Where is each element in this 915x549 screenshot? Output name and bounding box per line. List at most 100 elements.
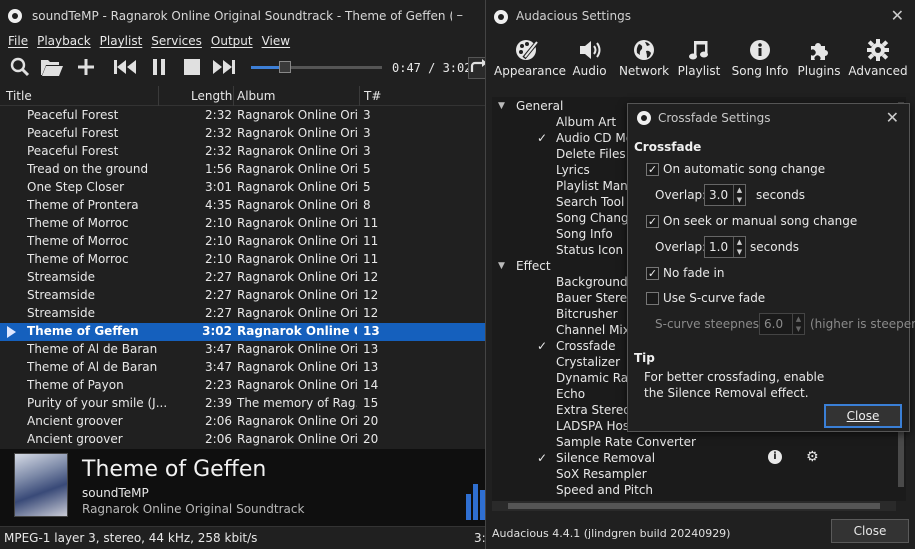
tree-group-label: General [516,99,564,113]
track-length: 2:27 [205,270,232,284]
track-number: 5 [363,180,371,194]
manual-change-checkbox[interactable]: ✓ [646,215,659,228]
column-divider[interactable] [233,86,234,106]
menu-view[interactable]: View [262,34,290,48]
playlist-row[interactable]: Theme of Payon 2:23 Ragnarok Online Ori...… [0,377,487,395]
manual-change-label: On seek or manual song change [663,214,858,228]
menu-output[interactable]: Output [211,34,253,48]
overlap-auto-spinbox[interactable]: 3.0 ▲ ▼ [704,184,746,206]
column-divider[interactable] [158,86,159,106]
menu-services[interactable]: Services [151,34,202,48]
track-length: 2:10 [205,252,232,266]
plugin-enabled-checkbox[interactable]: ✓ [537,131,547,145]
expand-arrow-icon[interactable]: ▼ [498,261,505,271]
visualizer [466,476,487,520]
playlist-row[interactable]: Peaceful Forest 2:32 Ragnarok Online Ori..… [0,125,487,143]
plugin-item[interactable]: ✓ Silence Removal i ⚙ [492,449,896,467]
search-icon[interactable] [8,56,32,78]
menu-playback[interactable]: Playback [37,34,91,48]
tab-label: Appearance [494,64,567,78]
track-title: Ancient groover [27,414,123,428]
minimize-button[interactable]: – [457,8,464,23]
menu-playlist[interactable]: Playlist [100,34,143,48]
spin-arrows-icon[interactable]: ▲ ▼ [733,185,745,205]
previous-icon[interactable] [113,56,137,78]
column-divider[interactable] [359,86,360,106]
spin-arrows-icon[interactable]: ▲ ▼ [792,314,804,334]
playlist-row[interactable]: Theme of Al de Baran 3:47 Ragnarok Online … [0,359,487,377]
overlap-manual-spinbox[interactable]: 1.0 ▲ ▼ [704,236,746,258]
seek-handle[interactable] [278,61,291,73]
settings-close-icon[interactable]: ✕ [891,6,904,25]
tab-plugins[interactable]: Plugins [786,36,852,78]
playlist-row[interactable]: Theme of Morroc 2:10 Ragnarok Online Ori..… [0,215,487,233]
crossfade-close-icon[interactable]: ✕ [886,108,899,127]
pause-icon[interactable] [147,56,171,78]
plugin-info-icon[interactable]: i [768,450,782,464]
playlist-row[interactable]: One Step Closer 3:01 Ragnarok Online Ori..… [0,179,487,197]
seek-slider[interactable] [251,61,382,73]
next-icon[interactable] [212,56,236,78]
playlist-row[interactable]: Theme of Al de Baran 3:47 Ragnarok Online … [0,341,487,359]
playlist-row[interactable]: Theme of Morroc 2:10 Ragnarok Online Ori..… [0,233,487,251]
tip-line-2: the Silence Removal effect. [644,386,809,400]
track-number: 12 [363,270,379,284]
plugin-name: Echo [556,387,586,401]
stop-icon[interactable] [180,56,204,78]
playlist: Peaceful Forest 2:32 Ragnarok Online Ori..… [0,107,487,447]
playlist-row[interactable]: Peaceful Forest 2:32 Ragnarok Online Ori..… [0,143,487,161]
plugin-name: Status Icon [556,243,624,257]
tip-line-1: For better crossfading, enable [644,370,825,384]
auto-change-checkbox[interactable]: ✓ [646,163,659,176]
no-fade-in-checkbox[interactable]: ✓ [646,267,659,280]
plugin-name: Delete Files [556,147,626,161]
plugin-name: Sample Rate Converter [556,435,696,449]
playlist-row[interactable]: Tread on the ground 1:56 Ragnarok Online O… [0,161,487,179]
playlist-row[interactable]: Purity of your smile (J... 2:39 The memory… [0,395,487,413]
playlist-row[interactable]: Ancient groover 2:06 Ragnarok Online Ori..… [0,431,487,447]
column-track-number[interactable]: T# [364,89,381,103]
steepness-spinbox[interactable]: 6.0 ▲ ▼ [759,313,805,335]
open-folder-icon[interactable] [40,56,64,78]
plugin-settings-gear-icon[interactable]: ⚙ [806,449,819,465]
plugin-name: Channel Mixe [556,323,637,337]
playlist-row[interactable]: Streamside 2:27 Ragnarok Online Ori... 12 [0,287,487,305]
playlist-row[interactable]: Streamside 2:27 Ragnarok Online Ori... 12 [0,269,487,287]
playlist-row[interactable]: Peaceful Forest 2:32 Ragnarok Online Ori..… [0,107,487,125]
track-title: Theme of Prontera [27,198,139,212]
plugin-enabled-checkbox[interactable]: ✓ [537,339,547,353]
track-number: 13 [363,360,379,374]
spin-arrows-icon[interactable]: ▲ ▼ [733,237,745,257]
seconds-label: seconds [750,240,800,254]
track-number: 20 [363,432,379,446]
track-number: 13 [363,342,379,356]
menu-file[interactable]: File [8,34,28,48]
tab-playlist[interactable]: Playlist [666,36,732,78]
plugin-name: Crystalizer [556,355,621,369]
track-album: Ragnarok Online Ori... [237,108,357,122]
tree-horizontal-scrollbar[interactable] [492,501,896,511]
s-curve-checkbox[interactable] [646,292,659,305]
column-title[interactable]: Title [6,89,32,103]
plugin-item[interactable]: Sample Rate Converter [492,435,896,451]
playlist-row[interactable]: Theme of Morroc 2:10 Ragnarok Online Ori..… [0,251,487,269]
column-album[interactable]: Album [237,89,275,103]
tab-advanced[interactable]: Advanced [845,36,911,78]
add-icon[interactable] [74,56,98,78]
plugin-item[interactable]: Speed and Pitch [492,483,896,499]
playlist-row-playing[interactable]: Theme of Geffen 3:02 Ragnarok Online O... 1… [0,323,487,341]
playlist-row[interactable]: Ancient groover 2:06 Ragnarok Online Ori..… [0,413,487,431]
puzzle-icon [786,36,852,64]
settings-close-button[interactable]: Close [831,519,909,543]
crossfade-close-button[interactable]: Close [824,404,902,428]
plugin-item[interactable]: SoX Resampler [492,467,896,483]
track-length: 2:10 [205,234,232,248]
tab-song-info[interactable]: Song Info [727,36,793,78]
tab-appearance[interactable]: Appearance [494,36,567,78]
playlist-row[interactable]: Streamside 2:27 Ragnarok Online Ori... 12 [0,305,487,323]
expand-arrow-icon[interactable]: ▼ [498,101,505,111]
playlist-row[interactable]: Theme of Prontera 4:35 Ragnarok Online Ori… [0,197,487,215]
plugin-name: Speed and Pitch [556,483,654,497]
column-length[interactable]: Length [191,89,232,103]
plugin-enabled-checkbox[interactable]: ✓ [537,451,547,465]
